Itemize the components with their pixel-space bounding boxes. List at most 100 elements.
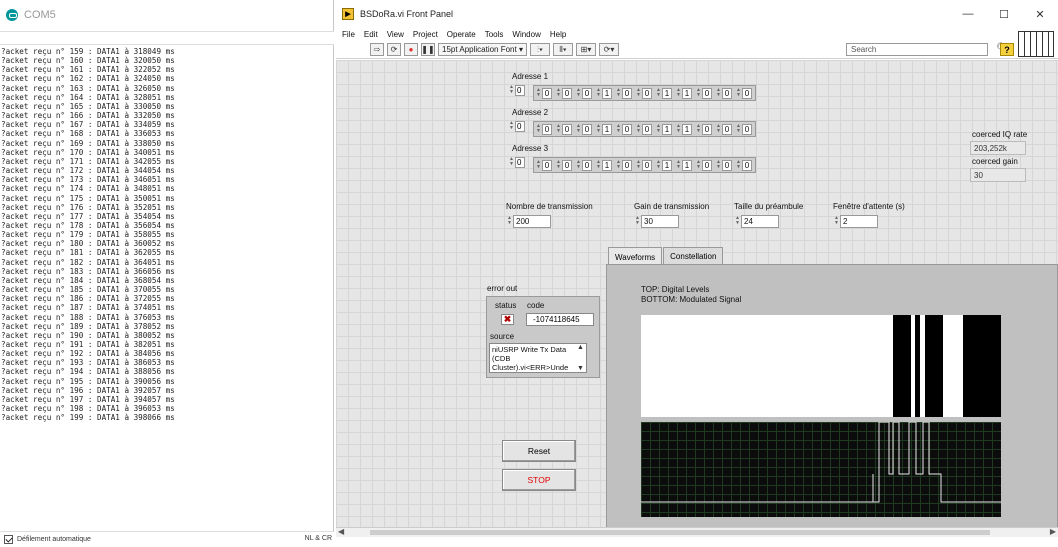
gain-control[interactable]: ▲ ▼ 30 [634,214,679,228]
modulated-signal-plot[interactable] [641,421,1001,517]
spinner-icon[interactable]: ▲ ▼ [555,159,562,171]
address-bit[interactable]: 1 [662,87,672,99]
address-bit[interactable]: 0 [562,159,572,171]
spinner-icon[interactable]: ▲ ▼ [634,215,641,227]
spinner-icon[interactable]: ▲ ▼ [735,87,742,99]
address-bit[interactable]: 0 [562,87,572,99]
array-index-control[interactable]: ▲ ▼ 0 [508,120,527,132]
address-bit[interactable]: 0 [702,159,712,171]
address-bit[interactable]: 1 [662,159,672,171]
spinner-icon[interactable]: ▲ ▼ [595,87,602,99]
spinner-icon[interactable]: ▲ ▼ [615,87,622,99]
spinner-icon[interactable]: ▲ ▼ [833,215,840,227]
spinner-icon[interactable]: ▲ ▼ [595,123,602,135]
tab-constellation[interactable]: Constellation [663,247,724,265]
array-index-value[interactable]: 0 [515,156,525,168]
autoscroll-checkbox[interactable] [4,535,13,544]
address-bit[interactable]: 1 [682,159,692,171]
align-objects-icon[interactable]: ⫶▾ [529,43,550,56]
menu-item-help[interactable]: Help [550,30,566,39]
address-bit[interactable]: 0 [722,123,732,135]
search-input[interactable]: Search 🔍︎ [846,43,1009,56]
abort-icon[interactable]: ● [404,43,418,56]
line-ending-select[interactable]: NL & CR [305,535,332,542]
spinner-icon[interactable]: ▲ ▼ [734,215,741,227]
preamble-control[interactable]: ▲ ▼ 24 [734,214,779,228]
spinner-icon[interactable]: ▲ ▼ [695,123,702,135]
address-bit[interactable]: 1 [682,123,692,135]
spinner-icon[interactable]: ▲ ▼ [535,123,542,135]
address-bit[interactable]: 1 [682,87,692,99]
vi-connector-pane-icon[interactable] [1018,31,1054,57]
menu-item-window[interactable]: Window [512,30,540,39]
spinner-icon[interactable]: ▲ ▼ [735,159,742,171]
address-bit[interactable]: 1 [602,159,612,171]
address-bit[interactable]: 0 [722,159,732,171]
spinner-icon[interactable]: ▲ ▼ [508,120,515,132]
reorder-icon[interactable]: ⟳▾ [598,43,619,56]
pause-icon[interactable]: ❚❚ [421,43,435,56]
spinner-icon[interactable]: ▲ ▼ [575,123,582,135]
address-bit[interactable]: 0 [582,159,592,171]
spinner-icon[interactable]: ▲ ▼ [695,159,702,171]
address-bit[interactable]: 0 [542,123,552,135]
spinner-icon[interactable]: ▲ ▼ [635,87,642,99]
spinner-icon[interactable]: ▲ ▼ [615,123,622,135]
address-bit[interactable]: 0 [742,159,752,171]
menu-item-project[interactable]: Project [413,30,438,39]
wait-window-control[interactable]: ▲ ▼ 2 [833,214,878,228]
spinner-icon[interactable]: ▲ ▼ [695,87,702,99]
spinner-icon[interactable]: ▲ ▼ [675,87,682,99]
array-index-control[interactable]: ▲ ▼ 0 [508,84,527,96]
stop-button[interactable]: STOP [502,469,576,491]
wait-window-value[interactable]: 2 [840,214,878,228]
close-icon[interactable]: ✕ [1022,8,1058,21]
spinner-icon[interactable]: ▲ ▼ [508,156,515,168]
serial-log[interactable]: ?acket reçu n° 159 : DATA1 à 318049 ms ?a… [0,47,334,529]
address-bit[interactable]: 0 [622,87,632,99]
run-icon[interactable]: ⇨ [370,43,384,56]
resize-objects-icon[interactable]: ⊞▾ [575,43,596,56]
address-bit[interactable]: 0 [702,87,712,99]
font-select[interactable]: 15pt Application Font ▾ [438,43,527,56]
spinner-icon[interactable]: ▲ ▼ [555,123,562,135]
spinner-icon[interactable]: ▲ ▼ [715,159,722,171]
address-bit[interactable]: 0 [542,159,552,171]
address-bit[interactable]: 0 [562,123,572,135]
menu-item-view[interactable]: View [387,30,404,39]
address-bit[interactable]: 0 [582,123,592,135]
address-bit[interactable]: 0 [642,123,652,135]
array-index-value[interactable]: 0 [515,120,525,132]
spinner-icon[interactable]: ▲ ▼ [715,123,722,135]
menu-item-edit[interactable]: Edit [364,30,378,39]
gain-value[interactable]: 30 [641,214,679,228]
spinner-icon[interactable]: ▲ ▼ [655,123,662,135]
address-bit[interactable]: 0 [622,123,632,135]
preamble-value[interactable]: 24 [741,214,779,228]
spinner-icon[interactable]: ▲ ▼ [715,87,722,99]
reset-button[interactable]: Reset [502,440,576,462]
address-bit[interactable]: 1 [602,123,612,135]
front-panel-hscrollbar[interactable]: ◀ ▶ [336,527,1058,537]
address-bit[interactable]: 0 [582,87,592,99]
address-bit[interactable]: 0 [642,159,652,171]
scroll-left-icon[interactable]: ◀ [338,527,344,536]
address-bit[interactable]: 0 [702,123,712,135]
spinner-icon[interactable]: ▲ ▼ [506,215,513,227]
spinner-icon[interactable]: ▲ ▼ [675,123,682,135]
digital-levels-plot[interactable] [641,315,1001,417]
help-icon[interactable]: ? [1000,43,1014,56]
address-bit[interactable]: 0 [622,159,632,171]
spinner-icon[interactable]: ▲ ▼ [555,87,562,99]
distribute-objects-icon[interactable]: ⫴▾ [552,43,573,56]
spinner-icon[interactable]: ▲ ▼ [655,159,662,171]
scroll-thumb[interactable] [370,530,990,535]
spinner-icon[interactable]: ▲ ▼ [635,123,642,135]
spinner-icon[interactable]: ▲ ▼ [575,87,582,99]
address-bit[interactable]: 1 [662,123,672,135]
menu-item-tools[interactable]: Tools [485,30,504,39]
spinner-icon[interactable]: ▲ ▼ [655,87,662,99]
spinner-icon[interactable]: ▲ ▼ [595,159,602,171]
array-index-control[interactable]: ▲ ▼ 0 [508,156,527,168]
nb-transmission-control[interactable]: ▲ ▼ 200 [506,214,551,228]
